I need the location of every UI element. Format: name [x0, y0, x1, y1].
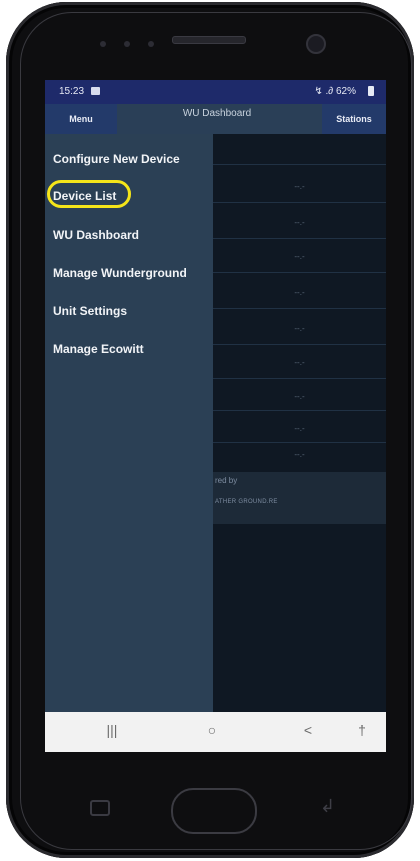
drawer-item-manage-wunderground[interactable]: Manage Wunderground	[53, 266, 187, 280]
powered-by-panel: red by ATHER GROUND.RE	[213, 472, 386, 524]
divider	[213, 378, 386, 379]
reading-value: --.-	[294, 324, 305, 333]
divider	[213, 202, 386, 203]
powered-by-text: red by	[215, 476, 238, 485]
divider	[213, 442, 386, 443]
front-camera	[306, 34, 326, 54]
divider	[213, 308, 386, 309]
battery-icon	[368, 86, 374, 96]
hardware-back-key[interactable]: ↲	[320, 796, 335, 817]
home-icon[interactable]: ○	[197, 722, 227, 738]
reading-value: --.-	[294, 218, 305, 227]
status-time: 15:23	[59, 86, 85, 97]
earpiece-speaker	[172, 36, 246, 44]
hardware-home-button[interactable]	[171, 788, 257, 834]
gallery-notification-icon	[91, 87, 100, 95]
signal-battery-text: ↯ .∂ 62%	[314, 86, 356, 97]
stations-button[interactable]: Stations	[322, 104, 386, 134]
page-title: WU Dashboard	[182, 108, 252, 119]
android-nav-bar: ||| ○ < †	[45, 712, 386, 752]
highlight-circle	[47, 180, 131, 208]
back-icon[interactable]: <	[293, 722, 323, 738]
sensor-dots	[100, 34, 172, 52]
recents-icon[interactable]: |||	[97, 722, 127, 738]
divider	[213, 410, 386, 411]
reading-value: --.-	[294, 288, 305, 297]
accessibility-icon[interactable]: †	[347, 722, 377, 738]
reading-value: --.-	[294, 182, 305, 191]
navigation-drawer: Configure New Device Device List WU Dash…	[45, 134, 213, 752]
hardware-recents-key[interactable]	[90, 800, 110, 816]
menu-button[interactable]: Menu	[45, 104, 117, 134]
phone-screen: 15:23 ↯ .∂ 62% Menu WU Dashboard Station…	[45, 80, 386, 752]
divider	[213, 272, 386, 273]
divider	[213, 344, 386, 345]
reading-value: --.-	[294, 392, 305, 401]
divider	[213, 238, 386, 239]
powered-by-logo-text: ATHER GROUND.RE	[215, 499, 278, 505]
reading-value: --.-	[294, 450, 305, 459]
dashboard-content: --.- --.- --.- --.- --.- --.- --.- --.- …	[213, 134, 386, 752]
drawer-item-configure-new-device[interactable]: Configure New Device	[53, 152, 180, 166]
drawer-item-wu-dashboard[interactable]: WU Dashboard	[53, 228, 139, 242]
drawer-item-unit-settings[interactable]: Unit Settings	[53, 304, 127, 318]
reading-value: --.-	[294, 358, 305, 367]
reading-value: --.-	[294, 424, 305, 433]
divider	[213, 164, 386, 165]
drawer-item-manage-ecowitt[interactable]: Manage Ecowitt	[53, 342, 144, 356]
app-header: Menu WU Dashboard Stations	[45, 104, 386, 134]
status-bar: 15:23 ↯ .∂ 62%	[45, 80, 386, 104]
reading-value: --.-	[294, 252, 305, 261]
